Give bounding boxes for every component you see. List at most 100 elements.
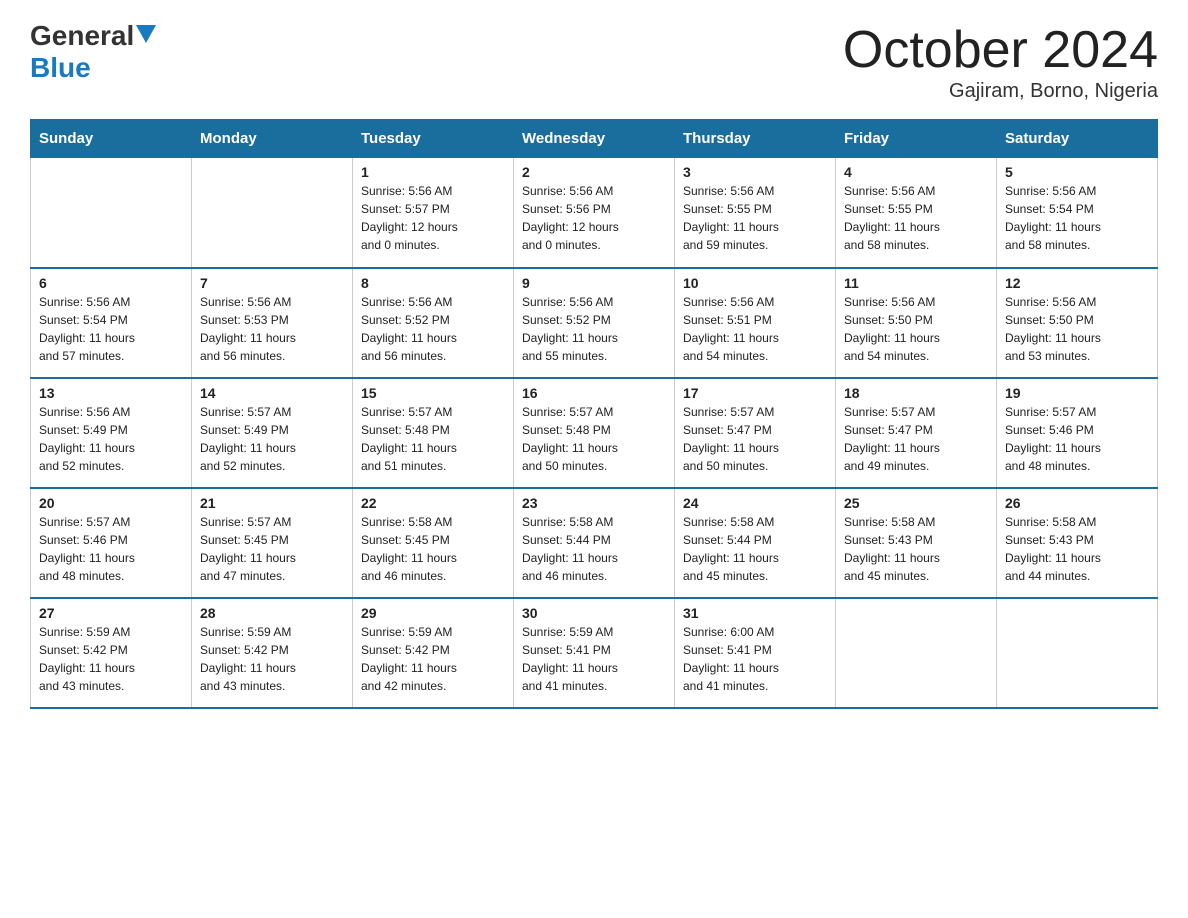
calendar-cell <box>836 598 997 708</box>
day-info: Sunrise: 5:59 AM Sunset: 5:42 PM Dayligh… <box>361 623 505 695</box>
calendar-cell: 8 Sunrise: 5:56 AM Sunset: 5:52 PM Daylig… <box>353 268 514 378</box>
day-info: Sunrise: 6:00 AM Sunset: 5:41 PM Dayligh… <box>683 623 827 695</box>
page-header: General Blue October 2024 Gajiram, Borno… <box>30 20 1158 103</box>
weekday-header-wednesday: Wednesday <box>514 120 675 158</box>
day-info: Sunrise: 5:57 AM Sunset: 5:46 PM Dayligh… <box>39 513 183 585</box>
day-info: Sunrise: 5:57 AM Sunset: 5:45 PM Dayligh… <box>200 513 344 585</box>
day-number: 15 <box>361 385 505 401</box>
calendar-cell: 19 Sunrise: 5:57 AM Sunset: 5:46 PM Dayli… <box>997 378 1158 488</box>
title-area: October 2024 Gajiram, Borno, Nigeria <box>843 20 1158 103</box>
logo-blue-text: Blue <box>30 52 91 84</box>
weekday-header-thursday: Thursday <box>675 120 836 158</box>
calendar-cell: 11Sunrise: 5:56 AM Sunset: 5:50 PM Dayli… <box>836 268 997 378</box>
day-number: 25 <box>844 495 988 511</box>
calendar-cell: 13Sunrise: 5:56 AM Sunset: 5:49 PM Dayli… <box>31 378 192 488</box>
week-row-3: 13Sunrise: 5:56 AM Sunset: 5:49 PM Dayli… <box>31 378 1158 488</box>
day-number: 4 <box>844 164 988 180</box>
day-number: 8 <box>361 275 505 291</box>
logo-triangle-icon <box>136 25 156 43</box>
calendar-cell <box>997 598 1158 708</box>
day-number: 3 <box>683 164 827 180</box>
day-info: Sunrise: 5:57 AM Sunset: 5:46 PM Dayligh… <box>1005 403 1149 475</box>
day-number: 6 <box>39 275 183 291</box>
calendar-cell: 25 Sunrise: 5:58 AM Sunset: 5:43 PM Dayli… <box>836 488 997 598</box>
calendar-cell: 28 Sunrise: 5:59 AM Sunset: 5:42 PM Dayli… <box>192 598 353 708</box>
day-number: 14 <box>200 385 344 401</box>
calendar-cell: 7 Sunrise: 5:56 AM Sunset: 5:53 PM Daylig… <box>192 268 353 378</box>
day-info: Sunrise: 5:57 AM Sunset: 5:49 PM Dayligh… <box>200 403 344 475</box>
calendar-cell: 22 Sunrise: 5:58 AM Sunset: 5:45 PM Dayli… <box>353 488 514 598</box>
calendar-cell <box>192 158 353 268</box>
week-row-1: 1 Sunrise: 5:56 AM Sunset: 5:57 PM Daylig… <box>31 158 1158 268</box>
day-number: 5 <box>1005 164 1149 180</box>
calendar-cell: 2Sunrise: 5:56 AM Sunset: 5:56 PM Daylig… <box>514 158 675 268</box>
day-info: Sunrise: 5:56 AM Sunset: 5:52 PM Dayligh… <box>361 293 505 365</box>
calendar-cell: 29 Sunrise: 5:59 AM Sunset: 5:42 PM Dayli… <box>353 598 514 708</box>
day-number: 21 <box>200 495 344 511</box>
logo-general: General <box>30 20 134 52</box>
day-number: 18 <box>844 385 988 401</box>
week-row-2: 6 Sunrise: 5:56 AM Sunset: 5:54 PM Daylig… <box>31 268 1158 378</box>
day-number: 22 <box>361 495 505 511</box>
day-number: 29 <box>361 605 505 621</box>
calendar-cell: 12 Sunrise: 5:56 AM Sunset: 5:50 PM Dayli… <box>997 268 1158 378</box>
day-number: 28 <box>200 605 344 621</box>
day-info: Sunrise: 5:56 AM Sunset: 5:50 PM Dayligh… <box>1005 293 1149 365</box>
calendar-cell: 17Sunrise: 5:57 AM Sunset: 5:47 PM Dayli… <box>675 378 836 488</box>
day-number: 19 <box>1005 385 1149 401</box>
month-title: October 2024 <box>843 20 1158 80</box>
day-info: Sunrise: 5:56 AM Sunset: 5:52 PM Dayligh… <box>522 293 666 365</box>
calendar-cell: 4 Sunrise: 5:56 AM Sunset: 5:55 PM Daylig… <box>836 158 997 268</box>
day-info: Sunrise: 5:59 AM Sunset: 5:41 PM Dayligh… <box>522 623 666 695</box>
day-info: Sunrise: 5:56 AM Sunset: 5:54 PM Dayligh… <box>39 293 183 365</box>
day-number: 7 <box>200 275 344 291</box>
day-info: Sunrise: 5:58 AM Sunset: 5:43 PM Dayligh… <box>844 513 988 585</box>
calendar-cell: 20 Sunrise: 5:57 AM Sunset: 5:46 PM Dayli… <box>31 488 192 598</box>
day-info: Sunrise: 5:58 AM Sunset: 5:45 PM Dayligh… <box>361 513 505 585</box>
day-info: Sunrise: 5:56 AM Sunset: 5:51 PM Dayligh… <box>683 293 827 365</box>
calendar-table: SundayMondayTuesdayWednesdayThursdayFrid… <box>30 119 1158 709</box>
week-row-5: 27Sunrise: 5:59 AM Sunset: 5:42 PM Dayli… <box>31 598 1158 708</box>
day-info: Sunrise: 5:56 AM Sunset: 5:49 PM Dayligh… <box>39 403 183 475</box>
calendar-cell: 10Sunrise: 5:56 AM Sunset: 5:51 PM Dayli… <box>675 268 836 378</box>
calendar-cell: 18 Sunrise: 5:57 AM Sunset: 5:47 PM Dayli… <box>836 378 997 488</box>
week-row-4: 20 Sunrise: 5:57 AM Sunset: 5:46 PM Dayli… <box>31 488 1158 598</box>
calendar-cell: 27Sunrise: 5:59 AM Sunset: 5:42 PM Dayli… <box>31 598 192 708</box>
location-title: Gajiram, Borno, Nigeria <box>843 80 1158 103</box>
day-info: Sunrise: 5:57 AM Sunset: 5:48 PM Dayligh… <box>361 403 505 475</box>
weekday-header-saturday: Saturday <box>997 120 1158 158</box>
day-info: Sunrise: 5:59 AM Sunset: 5:42 PM Dayligh… <box>200 623 344 695</box>
day-number: 1 <box>361 164 505 180</box>
weekday-header-row: SundayMondayTuesdayWednesdayThursdayFrid… <box>31 120 1158 158</box>
weekday-header-sunday: Sunday <box>31 120 192 158</box>
day-number: 23 <box>522 495 666 511</box>
day-info: Sunrise: 5:56 AM Sunset: 5:56 PM Dayligh… <box>522 182 666 254</box>
weekday-header-monday: Monday <box>192 120 353 158</box>
day-number: 12 <box>1005 275 1149 291</box>
weekday-header-friday: Friday <box>836 120 997 158</box>
day-info: Sunrise: 5:59 AM Sunset: 5:42 PM Dayligh… <box>39 623 183 695</box>
day-number: 26 <box>1005 495 1149 511</box>
calendar-cell: 26Sunrise: 5:58 AM Sunset: 5:43 PM Dayli… <box>997 488 1158 598</box>
day-info: Sunrise: 5:56 AM Sunset: 5:55 PM Dayligh… <box>844 182 988 254</box>
day-number: 17 <box>683 385 827 401</box>
calendar-cell: 15 Sunrise: 5:57 AM Sunset: 5:48 PM Dayli… <box>353 378 514 488</box>
day-number: 20 <box>39 495 183 511</box>
weekday-header-tuesday: Tuesday <box>353 120 514 158</box>
day-number: 16 <box>522 385 666 401</box>
calendar-cell: 9Sunrise: 5:56 AM Sunset: 5:52 PM Daylig… <box>514 268 675 378</box>
day-number: 24 <box>683 495 827 511</box>
day-info: Sunrise: 5:56 AM Sunset: 5:54 PM Dayligh… <box>1005 182 1149 254</box>
calendar-cell: 31Sunrise: 6:00 AM Sunset: 5:41 PM Dayli… <box>675 598 836 708</box>
calendar-cell: 3 Sunrise: 5:56 AM Sunset: 5:55 PM Daylig… <box>675 158 836 268</box>
day-info: Sunrise: 5:56 AM Sunset: 5:57 PM Dayligh… <box>361 182 505 254</box>
calendar-cell: 24Sunrise: 5:58 AM Sunset: 5:44 PM Dayli… <box>675 488 836 598</box>
day-info: Sunrise: 5:56 AM Sunset: 5:53 PM Dayligh… <box>200 293 344 365</box>
calendar-cell: 6 Sunrise: 5:56 AM Sunset: 5:54 PM Daylig… <box>31 268 192 378</box>
day-info: Sunrise: 5:57 AM Sunset: 5:47 PM Dayligh… <box>844 403 988 475</box>
day-info: Sunrise: 5:56 AM Sunset: 5:55 PM Dayligh… <box>683 182 827 254</box>
day-number: 30 <box>522 605 666 621</box>
calendar-cell <box>31 158 192 268</box>
calendar-body: 1 Sunrise: 5:56 AM Sunset: 5:57 PM Daylig… <box>31 158 1158 708</box>
calendar-cell: 30 Sunrise: 5:59 AM Sunset: 5:41 PM Dayli… <box>514 598 675 708</box>
